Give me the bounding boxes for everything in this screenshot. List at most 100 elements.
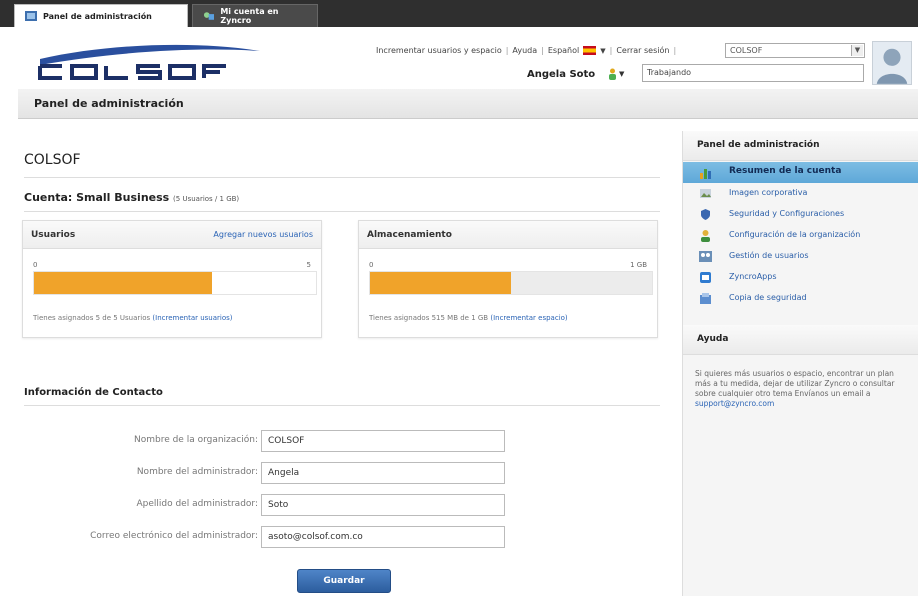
sidebar-heading: Panel de administración	[697, 140, 820, 150]
save-button[interactable]: Guardar	[297, 569, 391, 593]
tab-my-account[interactable]: Mi cuenta en Zyncro	[192, 4, 318, 27]
sidebar-item-label: Seguridad y Configuraciones	[729, 209, 845, 218]
users-card-title: Usuarios	[31, 230, 76, 240]
top-links: Incrementar usuarios y espacio | Ayuda |…	[376, 46, 676, 55]
tab-my-account-label: Mi cuenta en Zyncro	[220, 7, 279, 25]
chevron-down-icon[interactable]: ▼	[600, 47, 605, 55]
users-progress-fill	[34, 272, 212, 294]
separator: |	[609, 46, 613, 55]
users-card-header: Usuarios Agregar nuevos usuarios	[23, 221, 321, 249]
sidebar: Panel de administración Resumen de la cu…	[682, 131, 918, 596]
divider	[24, 177, 660, 178]
users-progress-bar	[33, 271, 317, 295]
help-body: Si quieres más usuarios o espacio, encon…	[695, 369, 895, 398]
dropdown-arrow-icon[interactable]: ▼	[851, 45, 863, 56]
account-icon	[203, 12, 215, 20]
language-link[interactable]: Español	[548, 46, 579, 55]
admin-lastname-row: Apellido del administrador: Soto	[18, 494, 508, 516]
sidebar-item-label: ZyncroApps	[729, 272, 777, 281]
backup-icon	[700, 293, 711, 304]
users-bar-min: 0	[33, 261, 38, 269]
org-name-field[interactable]: COLSOF	[261, 430, 505, 452]
divider	[24, 405, 660, 406]
separator: |	[673, 46, 677, 55]
image-icon	[700, 189, 711, 198]
colsof-logo	[38, 44, 260, 80]
admin-name-label: Nombre del administrador:	[136, 467, 258, 477]
admin-email-row: Correo electrónico del administrador: as…	[18, 526, 508, 548]
divider	[24, 211, 660, 212]
admin-name-field[interactable]: Angela	[261, 462, 505, 484]
storage-card: Almacenamiento 0 1 GB Tienes asignados 5…	[358, 220, 658, 338]
tab-admin-panel[interactable]: Panel de administración	[14, 4, 188, 27]
admin-email-field[interactable]: asoto@colsof.com.co	[261, 526, 505, 548]
increase-users-link[interactable]: (Incrementar usuarios)	[152, 314, 232, 322]
account-summary: Cuenta: Small Business (5 Usuarios / 1 G…	[24, 191, 239, 204]
sidebar-item-label: Imagen corporativa	[729, 188, 808, 197]
shield-icon	[701, 209, 710, 220]
admin-name-row: Nombre del administrador: Angela	[18, 462, 508, 484]
org-name-label: Nombre de la organización:	[133, 435, 258, 445]
org-name-row: Nombre de la organización: COLSOF	[18, 430, 508, 452]
sidebar-item-corporate-image[interactable]: Imagen corporativa	[683, 183, 918, 204]
account-label: Cuenta: Small Business	[24, 191, 170, 204]
separator: |	[541, 46, 544, 55]
separator: |	[505, 46, 509, 55]
status-menu[interactable]: ▼	[608, 67, 628, 81]
page-title-bar: Panel de administración	[18, 89, 918, 119]
sidebar-item-backup[interactable]: Copia de seguridad	[683, 288, 918, 309]
sidebar-header: Panel de administración	[683, 131, 918, 161]
help-header: Ayuda	[683, 325, 918, 355]
users-bar-max: 5	[306, 261, 311, 269]
admin-lastname-label: Apellido del administrador:	[136, 499, 258, 509]
storage-card-footer: Tienes asignados 515 MB de 1 GB (Increme…	[369, 314, 568, 322]
help-text: Si quieres más usuarios o espacio, encon…	[695, 369, 911, 409]
users-card: Usuarios Agregar nuevos usuarios 0 5 Tie…	[22, 220, 322, 338]
main-content: COLSOF Cuenta: Small Business (5 Usuario…	[18, 119, 680, 596]
storage-footer-text: Tienes asignados 515 MB de 1 GB	[369, 314, 489, 322]
user-name: Angela Soto	[527, 69, 596, 80]
sidebar-item-label: Configuración de la organización	[729, 230, 861, 239]
add-users-link[interactable]: Agregar nuevos usuarios	[213, 230, 313, 239]
help-heading: Ayuda	[697, 334, 729, 344]
account-detail: (5 Usuarios / 1 GB)	[173, 195, 240, 203]
organization-name: COLSOF	[24, 152, 81, 168]
user-status-icon	[609, 68, 616, 80]
storage-card-header: Almacenamiento	[359, 221, 657, 249]
admin-email-label: Correo electrónico del administrador:	[90, 531, 258, 541]
storage-bar-min: 0	[369, 261, 374, 269]
storage-progress-bar	[369, 271, 653, 295]
sidebar-item-security[interactable]: Seguridad y Configuraciones	[683, 204, 918, 225]
page-title: Panel de administración	[34, 97, 184, 110]
sidebar-item-zyncroapps[interactable]: ZyncroApps	[683, 267, 918, 288]
logout-link[interactable]: Cerrar sesión	[616, 46, 669, 55]
top-tab-bar: Panel de administración Mi cuenta en Zyn…	[0, 0, 918, 27]
storage-card-title: Almacenamiento	[367, 230, 452, 240]
header: Incrementar usuarios y espacio | Ayuda |…	[0, 27, 918, 89]
avatar[interactable]	[872, 41, 912, 85]
panel-icon	[25, 11, 37, 21]
contact-section-title: Información de Contacto	[24, 387, 163, 398]
help-link[interactable]: Ayuda	[512, 46, 537, 55]
sidebar-item-label: Gestión de usuarios	[729, 251, 809, 260]
sidebar-item-label: Resumen de la cuenta	[729, 166, 842, 176]
tab-admin-panel-label: Panel de administración	[43, 11, 152, 21]
users-icon	[699, 251, 712, 262]
sidebar-item-user-management[interactable]: Gestión de usuarios	[683, 246, 918, 267]
sidebar-item-account-summary[interactable]: Resumen de la cuenta	[683, 162, 918, 183]
storage-progress-fill	[370, 272, 511, 294]
increase-storage-link[interactable]: (Incrementar espacio)	[490, 314, 567, 322]
users-card-footer: Tienes asignados 5 de 5 Usuarios (Increm…	[33, 314, 233, 322]
org-icon	[701, 230, 710, 242]
storage-bar-max: 1 GB	[630, 261, 647, 269]
sidebar-item-org-settings[interactable]: Configuración de la organización	[683, 225, 918, 246]
support-email-link[interactable]: support@zyncro.com	[695, 399, 774, 408]
admin-lastname-field[interactable]: Soto	[261, 494, 505, 516]
org-select[interactable]: COLSOF ▼	[725, 43, 865, 58]
chevron-down-icon: ▼	[619, 70, 625, 78]
increase-link[interactable]: Incrementar usuarios y espacio	[376, 46, 502, 55]
users-footer-text: Tienes asignados 5 de 5 Usuarios	[33, 314, 151, 322]
chart-icon	[700, 169, 711, 179]
spain-flag-icon[interactable]	[583, 46, 597, 55]
status-input[interactable]: Trabajando	[642, 64, 864, 82]
